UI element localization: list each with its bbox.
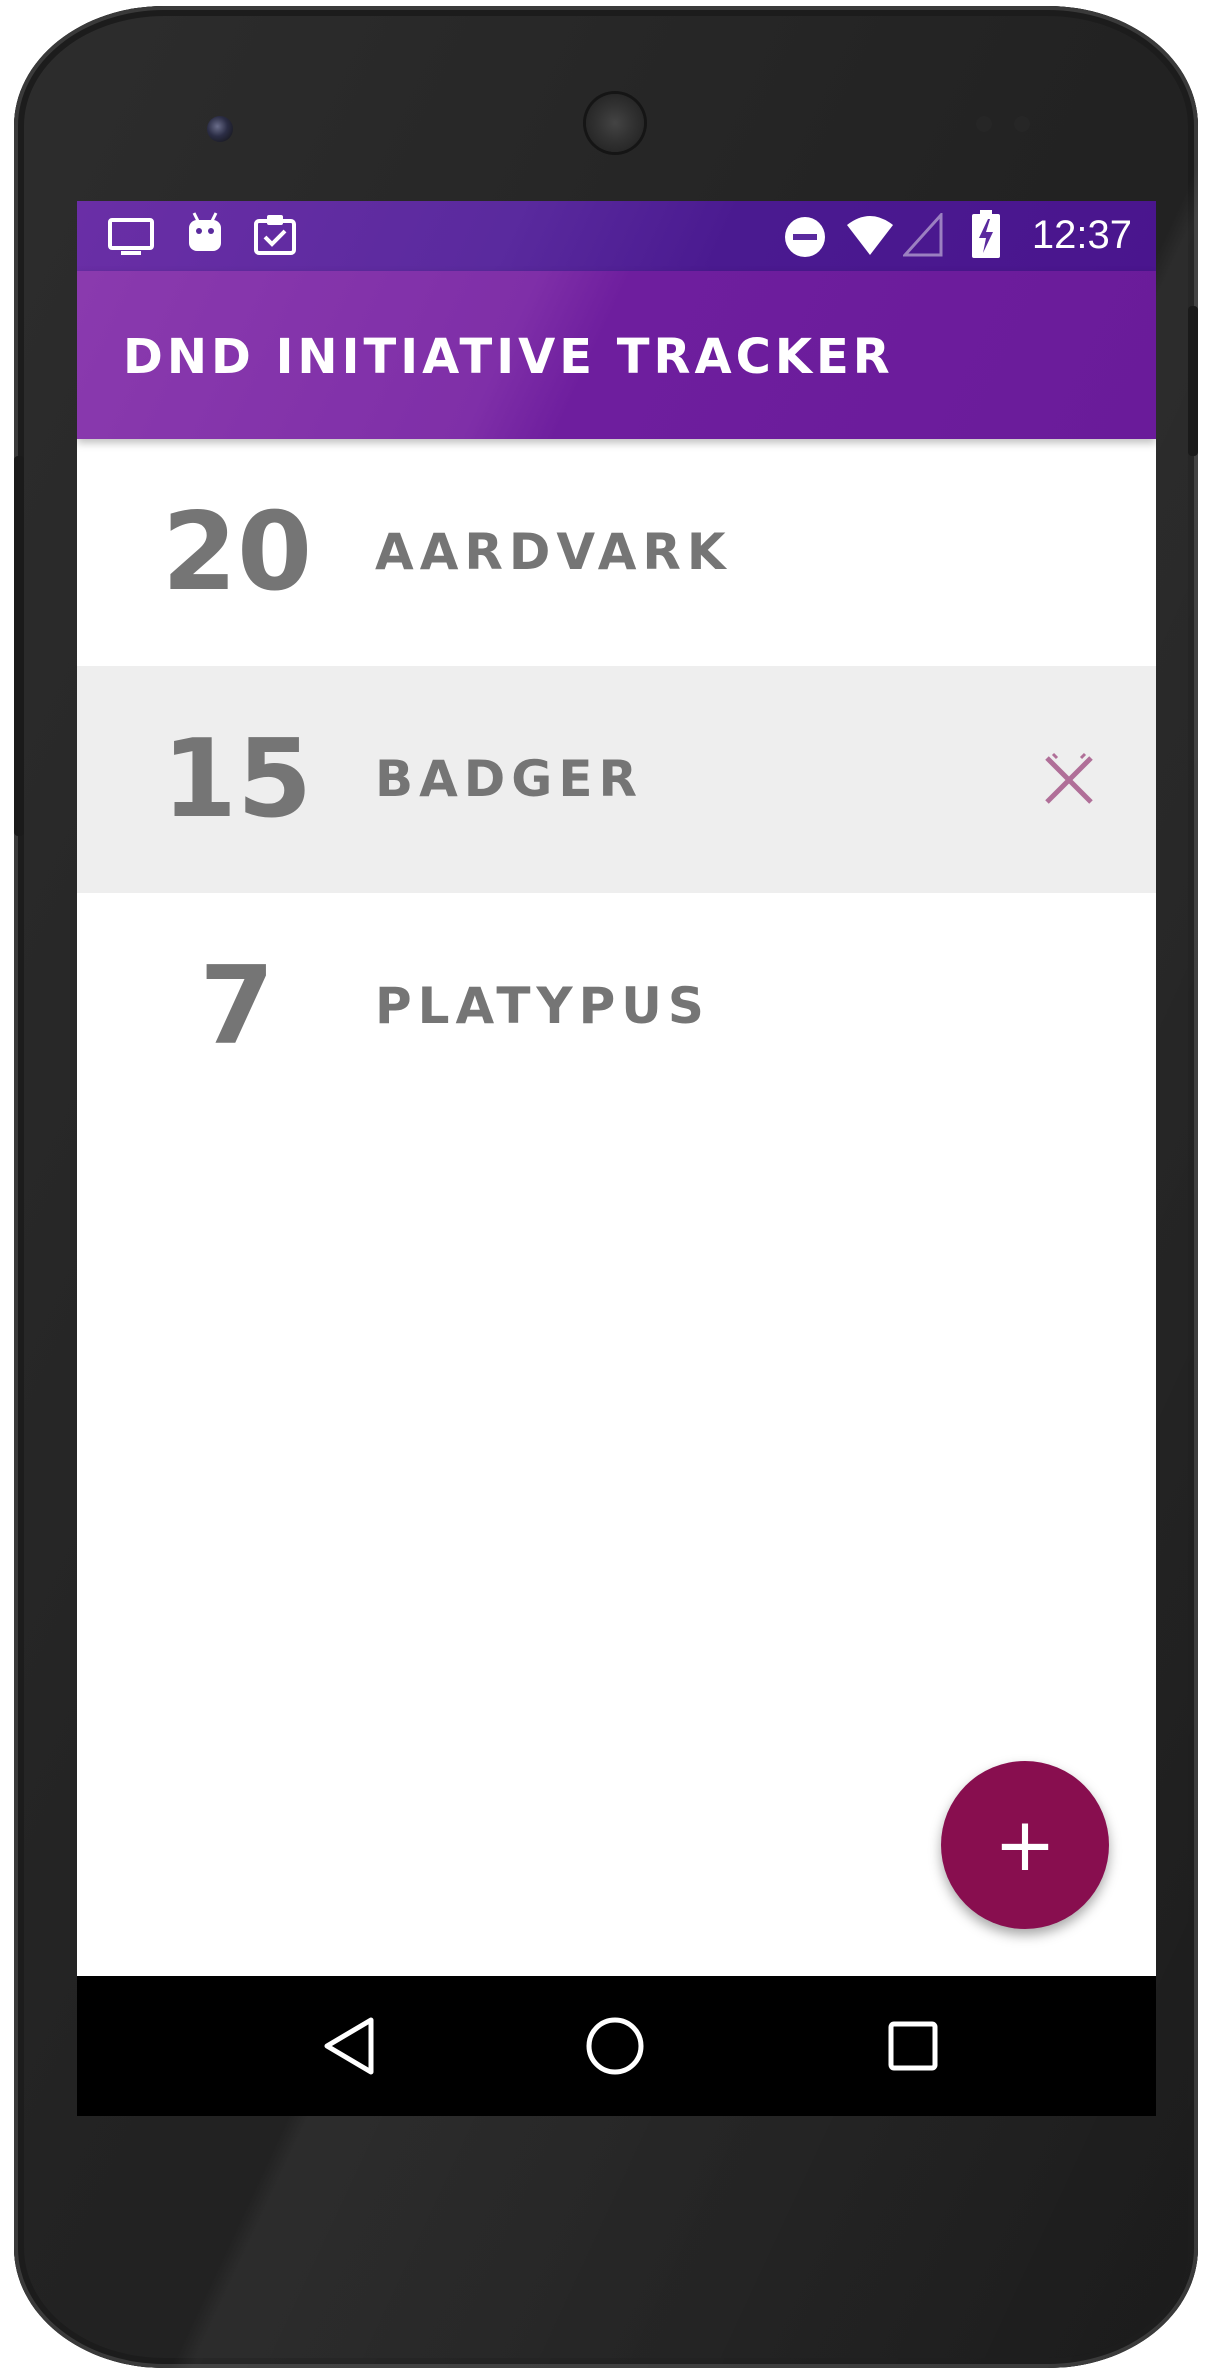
phone-frame: 12:37 DND INITIATIVE TRACKER 20 AARDVARK… <box>14 6 1198 2368</box>
status-clock: 12:37 <box>1031 213 1132 257</box>
add-icon: + <box>993 1802 1056 1888</box>
app-title: DND INITIATIVE TRACKER <box>123 329 894 385</box>
initiative-list: 20 AARDVARK 15 BADGER 7 PLATYPUS <box>77 439 1156 1120</box>
list-item[interactable]: 7 PLATYPUS <box>77 893 1156 1120</box>
android-icon <box>189 212 221 251</box>
volume-button <box>14 456 24 836</box>
list-item[interactable]: 15 BADGER <box>77 666 1156 893</box>
light-sensor <box>1014 116 1030 132</box>
back-icon[interactable] <box>315 2010 387 2082</box>
proximity-sensor <box>976 116 992 132</box>
add-combatant-button[interactable]: + <box>941 1761 1109 1929</box>
power-button <box>1188 306 1198 456</box>
combatant-name: BADGER <box>375 750 644 808</box>
wifi-icon <box>847 216 893 255</box>
initiative-score: 15 <box>161 717 313 842</box>
cell-signal-icon <box>903 213 943 257</box>
navigation-bar <box>77 1976 1156 2116</box>
combatant-name: PLATYPUS <box>375 977 710 1035</box>
combatant-name: AARDVARK <box>375 523 732 581</box>
home-icon[interactable] <box>579 2010 651 2082</box>
list-item[interactable]: 20 AARDVARK <box>77 439 1156 666</box>
clipboard-check-icon <box>254 215 296 255</box>
monitor-icon <box>108 218 154 255</box>
recents-icon[interactable] <box>877 2010 949 2082</box>
do-not-disturb-icon <box>785 217 825 257</box>
initiative-score: 7 <box>199 944 275 1069</box>
screen: 12:37 DND INITIATIVE TRACKER 20 AARDVARK… <box>77 201 1156 2116</box>
close-icon[interactable] <box>1037 748 1101 812</box>
earpiece-speaker <box>586 94 644 152</box>
front-camera <box>207 116 233 142</box>
status-bar: 12:37 <box>77 201 1156 271</box>
battery-charging-icon <box>972 210 1000 258</box>
app-bar: DND INITIATIVE TRACKER <box>77 271 1156 439</box>
initiative-score: 20 <box>161 490 313 615</box>
